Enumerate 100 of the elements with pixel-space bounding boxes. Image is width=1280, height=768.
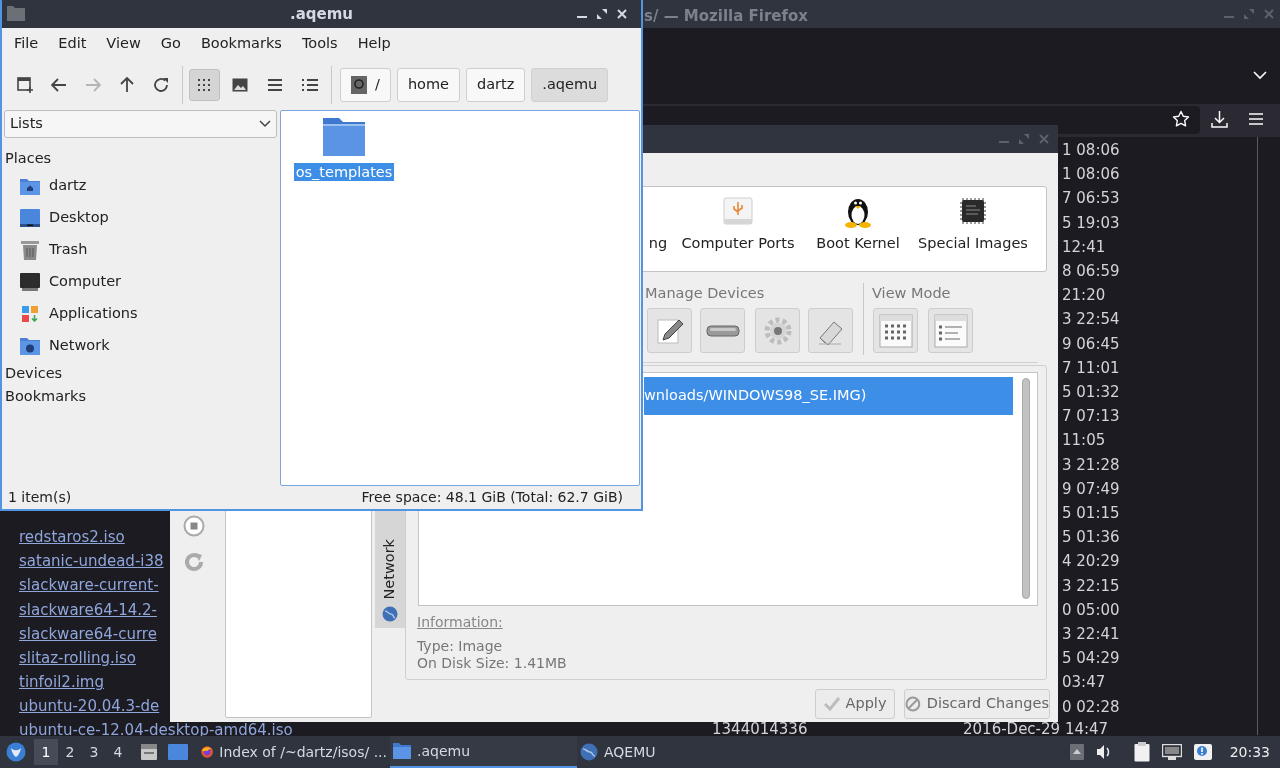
icon-view-icon	[196, 78, 213, 92]
date-cell: 3 21:28	[1062, 455, 1120, 474]
network-folder-icon	[20, 337, 40, 355]
menu-item[interactable]: Go	[150, 33, 191, 55]
menu-item[interactable]: View	[96, 33, 151, 55]
toolbar-button[interactable]: Boot Kernel	[816, 233, 900, 255]
maximize-icon[interactable]	[597, 9, 607, 19]
bookmark-star-icon[interactable]	[1172, 110, 1190, 128]
date-cell: 0 05:00	[1062, 600, 1120, 619]
toolbar-button[interactable]: Computer Ports	[681, 233, 795, 255]
section-header[interactable]: Places	[4, 147, 277, 170]
side-pane-dropdown[interactable]: Lists	[4, 110, 277, 138]
menu-icon[interactable]	[1249, 113, 1263, 125]
path-button[interactable]: /	[340, 68, 391, 102]
dialog-button[interactable]: Discard Changes	[904, 689, 1050, 719]
side-tab[interactable]: Network	[375, 510, 405, 628]
file-link[interactable]: slackware64-curre	[19, 624, 157, 643]
toolbar-button[interactable]: Special Images	[918, 233, 1028, 255]
date-cell: 3 22:15	[1062, 576, 1120, 595]
menu-item[interactable]: Bookmarks	[190, 33, 292, 55]
path-button[interactable]: dartz	[466, 68, 526, 102]
section-header[interactable]: Bookmarks	[4, 385, 277, 408]
date-cell: 5 01:15	[1062, 504, 1120, 522]
menu-item[interactable]: Edit	[48, 33, 97, 55]
desktop-icon	[20, 209, 40, 227]
task-button[interactable]: .aqemu	[390, 736, 577, 768]
clipboard-icon[interactable]	[1133, 742, 1150, 762]
place-item[interactable]: Applications	[4, 298, 277, 330]
date-cell: 11:05	[1062, 431, 1106, 450]
image-icon	[231, 78, 248, 92]
check-icon	[823, 697, 840, 711]
menu-item[interactable]: File	[4, 33, 49, 55]
toolbar-button[interactable]: ng	[648, 233, 668, 255]
place-item[interactable]: Desktop	[4, 202, 277, 234]
usb-drive-icon	[722, 195, 754, 227]
stop-icon[interactable]	[183, 515, 205, 537]
workspace-button[interactable]: 1	[34, 739, 58, 765]
view-mode-button[interactable]	[873, 308, 918, 353]
file-link[interactable]: tinfoil2.img	[19, 673, 104, 692]
file-link[interactable]: slackware-current-	[19, 576, 159, 595]
device-button[interactable]	[755, 308, 800, 353]
up-arrow-icon[interactable]	[120, 77, 134, 93]
file-link[interactable]: ubuntu-ce-12.04-desktop-amd64.iso	[19, 723, 293, 737]
gear-icon	[762, 315, 793, 346]
device-button[interactable]	[647, 308, 692, 353]
file-link[interactable]: satanic-undead-i38	[19, 552, 164, 571]
network-icon[interactable]	[1161, 744, 1182, 760]
globe-icon	[382, 606, 398, 622]
applications-icon	[22, 306, 38, 322]
path-button[interactable]: home	[396, 68, 460, 102]
list-icon	[267, 79, 282, 91]
place-item[interactable]: Network	[4, 330, 277, 362]
date-cell: 5 01:36	[1062, 528, 1120, 547]
download-icon[interactable]	[1211, 110, 1228, 128]
date-cell: 7 11:01	[1062, 358, 1120, 377]
workspace-button[interactable]: 4	[106, 739, 130, 765]
task-button[interactable]: Index of /~dartz/isos/ ...	[198, 736, 390, 768]
date-cell: 1 08:06	[1062, 141, 1120, 159]
dialog-button[interactable]: Apply	[815, 689, 895, 719]
section-header[interactable]: Devices	[4, 362, 277, 385]
chevron-down-icon	[259, 120, 271, 128]
file-link[interactable]: ubuntu-20.04.3-de	[19, 697, 160, 716]
detail-list-icon	[933, 313, 968, 348]
date-cell: 5 19:03	[1062, 213, 1120, 232]
place-item[interactable]: Trash	[4, 234, 277, 266]
date-cell: 03:47	[1062, 673, 1106, 692]
back-arrow-icon[interactable]	[51, 78, 67, 92]
date-cell: 21:20	[1062, 286, 1106, 305]
date-cell: 7 07:13	[1062, 407, 1120, 426]
start-menu-icon[interactable]	[6, 742, 26, 762]
menu-item[interactable]: Help	[347, 33, 401, 55]
reload-icon[interactable]	[153, 77, 169, 93]
menu-item[interactable]: Tools	[291, 33, 348, 55]
date-cell: 3 22:54	[1062, 310, 1120, 329]
section-label: View Mode	[872, 284, 951, 303]
place-item[interactable]: dartz	[4, 170, 277, 202]
monitor-icon	[20, 273, 40, 291]
task-button[interactable]: AQEMU	[577, 736, 757, 768]
window-title: .aqemu	[289, 3, 353, 25]
file-manager-icon[interactable]	[140, 743, 158, 761]
scrollbar[interactable]	[1022, 378, 1030, 599]
notification-icon[interactable]	[1193, 744, 1212, 760]
file-link[interactable]: redstaros2.iso	[19, 528, 125, 546]
trash-icon	[21, 240, 39, 260]
date-cell: 2016-Dec-29 14:47	[963, 723, 1109, 736]
workspace-button[interactable]: 3	[82, 739, 106, 765]
view-mode-button[interactable]	[189, 69, 220, 101]
workspace-button[interactable]: 2	[58, 739, 82, 765]
chip-icon	[957, 195, 989, 227]
chevron-down-icon[interactable]	[1253, 71, 1267, 80]
icon-grid-icon	[878, 313, 913, 348]
drive-icon	[351, 76, 367, 94]
file-link[interactable]: slackware64-14.2-	[19, 600, 157, 619]
path-button[interactable]: .aqemu	[531, 68, 609, 102]
browser-icon	[201, 743, 214, 761]
volume-icon[interactable]	[1095, 744, 1112, 760]
place-item[interactable]: Computer	[4, 266, 277, 298]
file-link[interactable]: slitaz-rolling.iso	[19, 649, 136, 667]
device-button[interactable]	[700, 308, 745, 353]
home-folder-icon	[20, 177, 40, 195]
